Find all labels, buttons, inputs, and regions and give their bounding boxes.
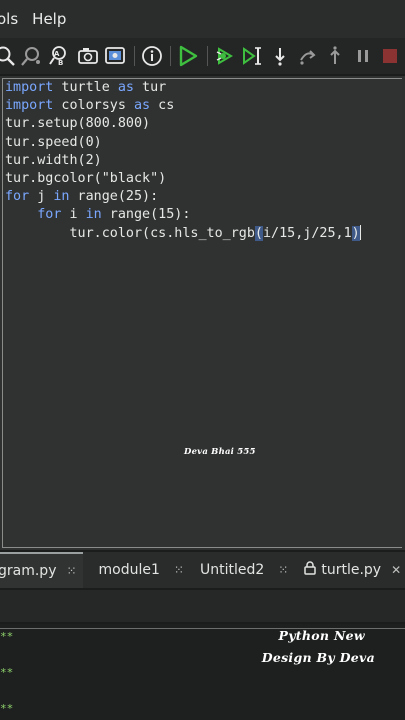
svg-text:B: B — [58, 59, 63, 67]
code-token: cs — [150, 98, 175, 114]
code-token: tur.setup(800.800) — [5, 116, 151, 132]
code-line[interactable]: tur.speed(0) — [5, 134, 361, 152]
tab-drag-icon: ⁙ — [173, 563, 184, 577]
text-cursor — [359, 225, 361, 241]
code-line[interactable]: tur.width(2) — [5, 152, 361, 170]
code-keyword: for — [5, 207, 62, 223]
replace-icon[interactable] — [20, 43, 46, 69]
code-line[interactable]: tur.setup(800.800) — [5, 115, 361, 133]
tab-label: turtle.py — [321, 562, 382, 578]
close-icon[interactable]: ✕ — [391, 563, 401, 577]
code-token: tur.color(cs.hls_to_rgb — [5, 225, 255, 241]
run-icon[interactable] — [175, 43, 201, 69]
code-keyword: as — [134, 98, 151, 114]
code-line[interactable]: tur.bgcolor("black") — [5, 170, 361, 188]
code-token: range(25): — [69, 189, 159, 205]
step-return-icon[interactable] — [322, 43, 348, 69]
stop-icon[interactable] — [377, 43, 403, 69]
tab-label: gram.py — [0, 563, 57, 579]
code-keyword: as — [117, 80, 134, 95]
code-line[interactable]: tur.color(cs.hls_to_rgb(i/15,j/25,1) — [5, 225, 361, 243]
debug-icon[interactable] — [212, 43, 238, 69]
toolbar: AB — [0, 38, 405, 74]
step-over-icon[interactable] — [240, 43, 266, 69]
ide-window: ols Help AB import turtle as tur import … — [0, 0, 405, 720]
step-out-icon[interactable] — [295, 43, 321, 69]
code-line[interactable]: import colorsys as cs — [5, 97, 361, 115]
code-token: range(15): — [101, 207, 191, 223]
screenshot-icon[interactable] — [102, 43, 128, 69]
menu-tools[interactable]: ols — [0, 10, 18, 28]
spellcheck-icon[interactable]: AB — [47, 43, 73, 69]
step-into-icon[interactable] — [267, 43, 293, 69]
tab-drag-icon: ⁙ — [278, 563, 289, 577]
camera-icon[interactable] — [75, 43, 101, 69]
code-token: i/15,j/25,1 — [262, 225, 352, 241]
shell-prompt: ** — [0, 666, 14, 679]
shell-console[interactable]: ** ** ** Python New Design By Deva — [0, 624, 405, 720]
tab-label: module1 — [98, 562, 160, 578]
pause-icon[interactable] — [350, 43, 376, 69]
search-icon[interactable] — [0, 43, 18, 69]
code-token: tur.speed(0) — [5, 134, 102, 150]
code-keyword: for — [5, 189, 30, 205]
code-token: colorsys — [53, 98, 134, 114]
code-editor[interactable]: import turtle as tur import colorsys as c… — [0, 76, 405, 550]
code-keyword: import — [5, 80, 54, 95]
code-token: turtle — [53, 80, 118, 95]
tab-drag-icon: ⁙ — [66, 564, 77, 578]
watermark-line1: Python New — [278, 628, 365, 643]
code-token: j — [29, 189, 54, 205]
tab-untitled2[interactable]: Untitled2 ⁙ — [200, 552, 288, 588]
toolbar-separator — [207, 46, 208, 66]
code-token: i — [61, 207, 86, 223]
tab-label: Untitled2 — [199, 562, 265, 578]
matched-bracket: ) — [351, 225, 360, 241]
shell-prompt: ** — [0, 702, 14, 715]
menu-help[interactable]: Help — [32, 10, 66, 28]
code-line[interactable]: import turtle as tur — [5, 79, 361, 97]
shell-prompt: ** — [0, 630, 14, 643]
toolbar-separator — [133, 46, 135, 66]
tab-turtle[interactable]: turtle.py ✕ — [304, 552, 401, 588]
code-token: tur — [134, 80, 167, 95]
tab-program[interactable]: gram.py ⁙ — [0, 552, 83, 588]
watermark-line2: Design By Deva — [261, 650, 375, 665]
code-token: tur.width(2) — [5, 152, 102, 168]
code-line[interactable]: for i in range(15): — [5, 206, 361, 224]
shell-header — [0, 590, 405, 622]
code-text[interactable]: import turtle as tur import colorsys as c… — [5, 79, 361, 243]
lock-icon — [304, 561, 317, 579]
code-keyword: in — [85, 207, 102, 223]
info-icon[interactable] — [139, 43, 165, 69]
editor-tabs: gram.py ⁙ module1 ⁙ Untitled2 ⁙ turtle.p… — [0, 552, 405, 588]
svg-text:A: A — [54, 50, 60, 58]
matched-bracket: ( — [254, 225, 263, 241]
tab-module1[interactable]: module1 ⁙ — [99, 552, 184, 588]
menu-bar: ols Help — [0, 0, 405, 38]
code-line[interactable]: for j in range(25): — [5, 188, 361, 206]
code-keyword: in — [53, 189, 70, 205]
toolbar-separator — [170, 46, 172, 66]
code-token: tur.bgcolor("black") — [5, 171, 167, 187]
code-keyword: import — [5, 98, 54, 114]
editor-watermark: Deva Bhai 555 — [184, 447, 256, 457]
